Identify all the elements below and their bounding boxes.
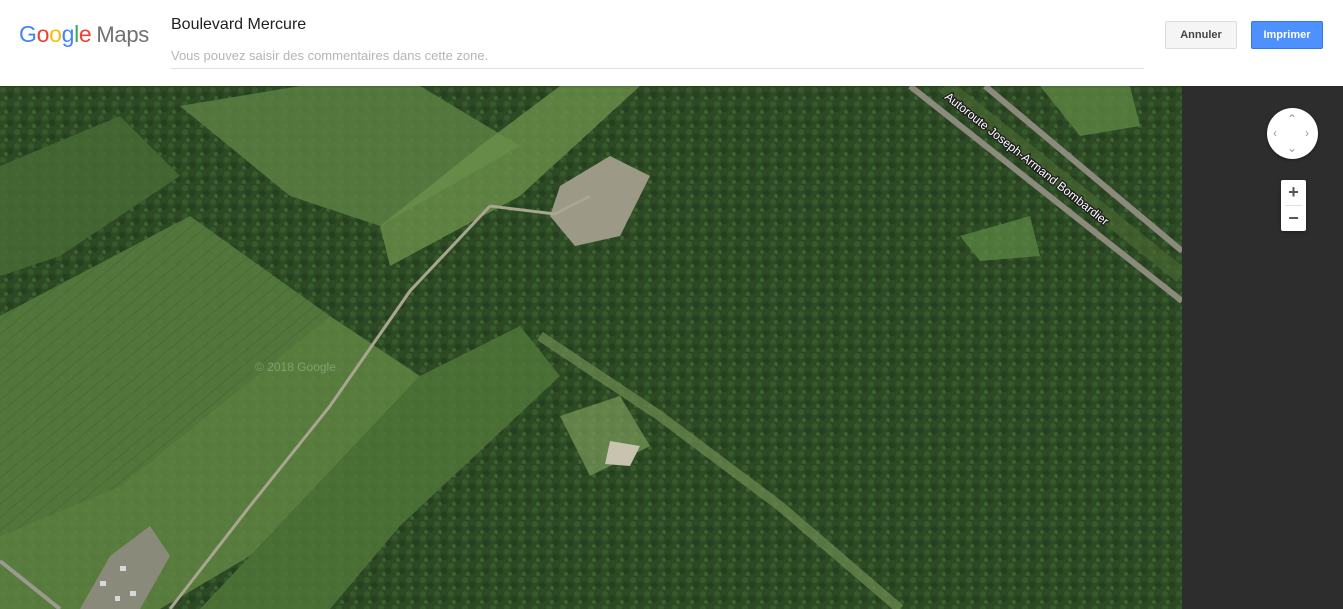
logo-maps-text: Maps: [96, 22, 150, 47]
logo-letter: e: [78, 21, 92, 47]
comment-input[interactable]: [171, 42, 1144, 69]
cancel-button[interactable]: Annuler: [1165, 21, 1237, 49]
google-maps-logo: Google Maps: [19, 19, 149, 50]
zoom-control: + −: [1281, 180, 1306, 231]
map-watermark: © 2018 Google: [255, 360, 336, 374]
logo-letter: o: [36, 21, 50, 47]
chevron-down-icon[interactable]: ⌄: [1287, 142, 1297, 154]
print-button[interactable]: Imprimer: [1251, 21, 1323, 49]
chevron-up-icon[interactable]: ⌃: [1287, 113, 1297, 125]
zoom-in-button[interactable]: +: [1281, 180, 1306, 205]
satellite-imagery: Autoroute Joseph-Armand Bombardier © 201…: [0, 86, 1182, 609]
google-wordmark: Google: [19, 21, 92, 47]
logo-letter: g: [61, 21, 75, 47]
satellite-map[interactable]: Autoroute Joseph-Armand Bombardier © 201…: [0, 86, 1182, 609]
zoom-out-button[interactable]: −: [1281, 206, 1306, 231]
logo-letter: o: [49, 21, 62, 47]
map-controls-panel: [1182, 86, 1343, 609]
chevron-left-icon[interactable]: ‹: [1273, 127, 1277, 139]
print-header: GoogleMaps Boulevard Mercure Annuler Imp…: [0, 0, 1343, 86]
page-title: Boulevard Mercure: [171, 16, 307, 33]
logo-letter: G: [19, 21, 37, 47]
chevron-right-icon[interactable]: ›: [1305, 127, 1309, 139]
pan-control[interactable]: ⌃ ‹ › ⌄: [1267, 108, 1318, 159]
